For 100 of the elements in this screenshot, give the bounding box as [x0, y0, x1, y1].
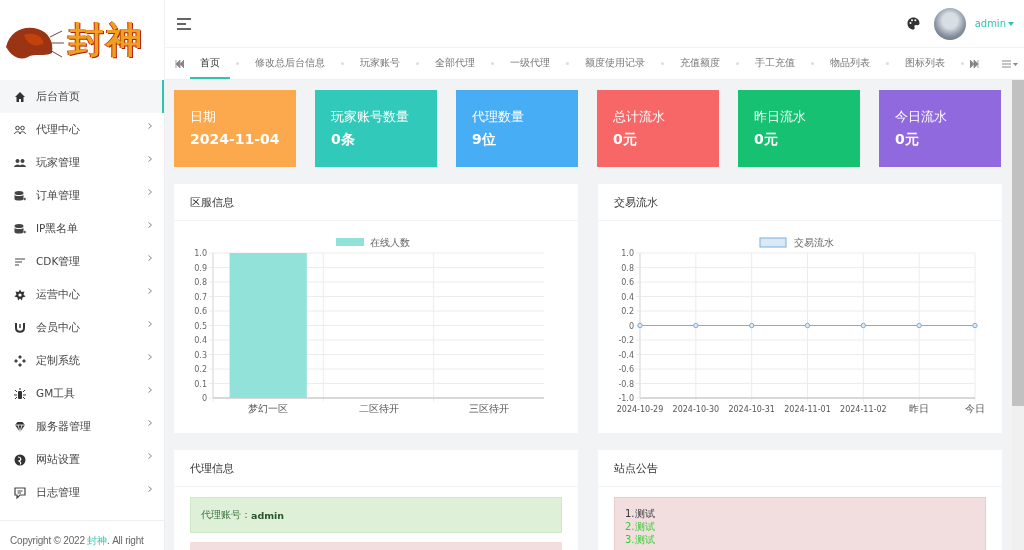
tab[interactable]: 玩家账号	[350, 48, 410, 79]
card-title: 代理信息	[174, 450, 578, 487]
tab[interactable]: 充值额度	[670, 48, 730, 79]
axis-category-label: 2024-10-30	[672, 405, 720, 414]
legend-swatch[interactable]	[759, 237, 787, 248]
stat-value: 2024-11-04	[190, 131, 281, 147]
axis-tick-label: -0.8	[618, 379, 634, 389]
sidebar-item[interactable]: GM工具	[0, 377, 164, 410]
avatar[interactable]	[933, 7, 966, 40]
notice-line: 3.测试	[625, 533, 655, 546]
sidebar-item[interactable]: 服务器管理	[0, 410, 164, 443]
tab[interactable]: 手工充值	[745, 48, 805, 79]
menu-item-icon	[14, 255, 26, 268]
axis-tick-label: 0.8	[621, 263, 634, 273]
stat-value: 0元	[895, 131, 920, 149]
scrollbar[interactable]	[1012, 80, 1024, 550]
chevron-icon	[148, 353, 152, 360]
data-point	[748, 322, 755, 329]
sidebar-item[interactable]: 日志管理	[0, 476, 164, 509]
skip-forward-icon[interactable]	[970, 59, 979, 68]
axis-tick-label: 1.0	[194, 249, 207, 258]
sidebar-item[interactable]: 订单管理	[0, 179, 164, 212]
axis-category-label: 2024-11-01	[784, 405, 831, 414]
sidebar-item[interactable]: 后台首页	[0, 80, 164, 113]
palette-icon[interactable]	[906, 17, 920, 30]
axis-tick-label: 0.4	[194, 336, 207, 345]
agent-account-text: 代理账号：admin	[190, 497, 562, 533]
axis-tick-label: 0	[628, 321, 634, 331]
axis-category-label: 2024-10-31	[728, 405, 775, 414]
sidebar-item[interactable]: 定制系统	[0, 344, 164, 377]
tab[interactable]: 一级代理	[500, 48, 560, 79]
axis-tick-label: 0.2	[621, 307, 634, 316]
data-point	[916, 322, 922, 329]
stat-label: 昨日流水	[754, 108, 807, 126]
menu-item-icon	[14, 123, 26, 136]
sidebar-item[interactable]: CDK管理	[0, 245, 164, 278]
axis-category-label: 今日	[965, 403, 985, 414]
stat-label: 玩家账号数量	[331, 108, 410, 126]
data-point	[804, 322, 811, 329]
tab[interactable]: 物品列表	[820, 48, 880, 79]
chevron-icon	[148, 188, 152, 195]
stat-value: 9位	[472, 131, 497, 149]
tab[interactable]: 首页	[190, 48, 230, 79]
chevron-icon	[148, 386, 152, 393]
axis-tick-label: 0.9	[194, 263, 207, 273]
menu-item-icon	[14, 90, 26, 103]
axis-tick-label: 0.5	[194, 321, 207, 331]
sidebar-item[interactable]: 代理中心	[0, 113, 164, 146]
menu-item-icon	[14, 156, 26, 169]
data-point	[972, 322, 978, 329]
menu-item-icon	[14, 222, 26, 235]
card-title: 区服信息	[174, 184, 578, 221]
chevron-icon	[148, 254, 152, 261]
axis-tick-label: 0.3	[194, 350, 207, 360]
data-point	[693, 322, 699, 329]
chevron-icon	[148, 122, 152, 129]
menu-icon[interactable]	[177, 17, 191, 30]
card-title: 站点公告	[598, 450, 1002, 487]
axis-tick-label: 0.6	[621, 278, 634, 287]
tab[interactable]: 图标列表	[895, 48, 955, 79]
axis-tick-label: 0.4	[621, 292, 634, 302]
axis-tick-label: 0.7	[194, 292, 207, 302]
axis-tick-label: 0	[201, 394, 207, 403]
menu-item-icon	[14, 288, 26, 301]
axis-tick-label: -0.6	[618, 365, 634, 374]
legend-label: 交易流水	[794, 237, 834, 248]
sidebar-item[interactable]: 玩家管理	[0, 146, 164, 179]
copyright-text: Copyright © 2022 封神. All right	[10, 534, 144, 548]
menu-item-icon	[14, 420, 26, 433]
caret-icon	[1008, 21, 1014, 26]
axis-category-label: 三区待开	[468, 403, 509, 414]
notice-line: 2.测试	[625, 520, 655, 533]
menu-item-icon	[14, 189, 26, 202]
stat-label: 代理数量	[472, 108, 525, 126]
legend-swatch[interactable]	[336, 238, 364, 246]
sidebar-item[interactable]: 运营中心	[0, 278, 164, 311]
sidebar-item[interactable]: IP黑名单	[0, 212, 164, 245]
stat-value: 0元	[754, 131, 779, 149]
axis-tick-label: -0.4	[618, 350, 634, 360]
tab[interactable]: 修改总后台信息	[245, 48, 335, 79]
skip-back-icon[interactable]	[175, 59, 184, 68]
tab-menu-icon[interactable]	[1002, 59, 1018, 68]
menu-item-icon	[14, 486, 26, 499]
stat-value: 0元	[613, 131, 638, 149]
menu-item-icon	[14, 453, 26, 466]
stat-value: 0条	[331, 131, 356, 149]
tab[interactable]: 全部代理	[425, 48, 485, 79]
axis-category-label: 2024-11-02	[840, 405, 887, 414]
tab[interactable]: 额度使用记录	[575, 48, 655, 79]
chevron-icon	[148, 221, 152, 228]
sidebar-item[interactable]: 会员中心	[0, 311, 164, 344]
stat-label: 总计流水	[613, 108, 666, 126]
notice-line: 1.测试	[625, 507, 655, 520]
chevron-icon	[148, 287, 152, 294]
menu-item-icon	[14, 387, 26, 400]
axis-category-label: 二区待开	[358, 403, 399, 414]
axis-tick-label: 0.2	[194, 365, 207, 374]
sidebar-item[interactable]: 网站设置	[0, 443, 164, 476]
axis-category-label: 昨日	[909, 403, 930, 414]
menu-item-icon	[14, 354, 26, 367]
